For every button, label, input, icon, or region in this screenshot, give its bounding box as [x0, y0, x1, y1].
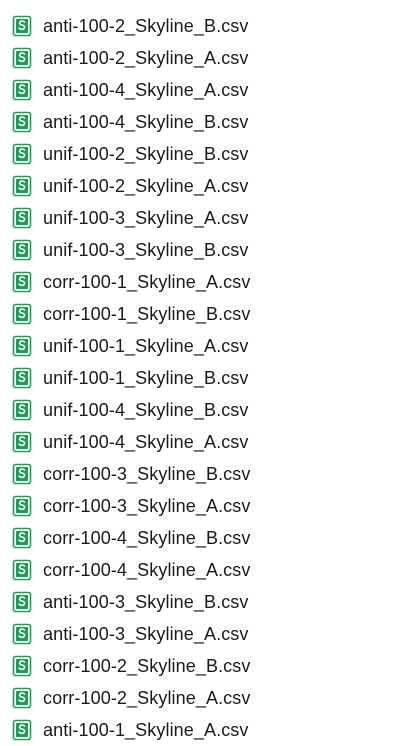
spreadsheet-csv-icon: [12, 623, 32, 645]
file-list-item[interactable]: anti-100-3_Skyline_B.csv: [0, 586, 407, 618]
spreadsheet-csv-icon: [12, 367, 32, 389]
file-name: corr-100-4_Skyline_B.csv: [43, 527, 251, 548]
spreadsheet-csv-icon: [12, 495, 32, 517]
file-list-item[interactable]: unif-100-3_Skyline_A.csv: [0, 202, 407, 234]
file-list-item[interactable]: corr-100-2_Skyline_B.csv: [0, 650, 407, 682]
file-name: corr-100-3_Skyline_B.csv: [43, 463, 251, 484]
spreadsheet-csv-icon: [12, 175, 32, 197]
spreadsheet-csv-icon: [12, 143, 32, 165]
file-name: unif-100-1_Skyline_A.csv: [43, 335, 249, 356]
file-list-item[interactable]: unif-100-4_Skyline_A.csv: [0, 426, 407, 458]
file-list-item[interactable]: unif-100-2_Skyline_A.csv: [0, 170, 407, 202]
file-name: corr-100-1_Skyline_B.csv: [43, 303, 251, 324]
file-list-item[interactable]: anti-100-2_Skyline_A.csv: [0, 42, 407, 74]
file-list-item[interactable]: anti-100-2_Skyline_B.csv: [0, 10, 407, 42]
file-list-item[interactable]: corr-100-3_Skyline_B.csv: [0, 458, 407, 490]
file-name: anti-100-3_Skyline_A.csv: [43, 623, 249, 644]
file-name: anti-100-4_Skyline_A.csv: [43, 79, 249, 100]
spreadsheet-csv-icon: [12, 207, 32, 229]
spreadsheet-csv-icon: [12, 559, 32, 581]
spreadsheet-csv-icon: [12, 655, 32, 677]
file-list-item[interactable]: unif-100-2_Skyline_B.csv: [0, 138, 407, 170]
file-list-item[interactable]: corr-100-4_Skyline_A.csv: [0, 554, 407, 586]
spreadsheet-csv-icon: [12, 239, 32, 261]
file-list-item[interactable]: anti-100-3_Skyline_A.csv: [0, 618, 407, 650]
file-name: anti-100-2_Skyline_B.csv: [43, 15, 249, 36]
file-list-item[interactable]: anti-100-1_Skyline_A.csv: [0, 714, 407, 746]
spreadsheet-csv-icon: [12, 15, 32, 37]
spreadsheet-csv-icon: [12, 303, 32, 325]
file-list-item[interactable]: anti-100-4_Skyline_B.csv: [0, 106, 407, 138]
file-list-item[interactable]: unif-100-3_Skyline_B.csv: [0, 234, 407, 266]
file-name: unif-100-4_Skyline_B.csv: [43, 399, 249, 420]
file-name: corr-100-1_Skyline_A.csv: [43, 271, 251, 292]
file-name: unif-100-3_Skyline_B.csv: [43, 239, 249, 260]
spreadsheet-csv-icon: [12, 719, 32, 741]
file-list-item[interactable]: corr-100-4_Skyline_B.csv: [0, 522, 407, 554]
file-name: unif-100-1_Skyline_B.csv: [43, 367, 249, 388]
file-name: corr-100-2_Skyline_A.csv: [43, 687, 251, 708]
file-name: unif-100-4_Skyline_A.csv: [43, 431, 249, 452]
file-name: anti-100-4_Skyline_B.csv: [43, 111, 249, 132]
spreadsheet-csv-icon: [12, 271, 32, 293]
spreadsheet-csv-icon: [12, 399, 32, 421]
file-list-item[interactable]: anti-100-4_Skyline_A.csv: [0, 74, 407, 106]
spreadsheet-csv-icon: [12, 687, 32, 709]
file-name: anti-100-1_Skyline_A.csv: [43, 719, 249, 740]
file-list-item[interactable]: unif-100-1_Skyline_B.csv: [0, 362, 407, 394]
spreadsheet-csv-icon: [12, 47, 32, 69]
file-list-item[interactable]: corr-100-3_Skyline_A.csv: [0, 490, 407, 522]
file-name: corr-100-4_Skyline_A.csv: [43, 559, 251, 580]
file-name: unif-100-2_Skyline_A.csv: [43, 175, 249, 196]
file-name: corr-100-3_Skyline_A.csv: [43, 495, 251, 516]
file-list-item[interactable]: corr-100-1_Skyline_A.csv: [0, 266, 407, 298]
file-name: corr-100-2_Skyline_B.csv: [43, 655, 251, 676]
spreadsheet-csv-icon: [12, 591, 32, 613]
file-list-item[interactable]: corr-100-2_Skyline_A.csv: [0, 682, 407, 714]
file-list-item[interactable]: corr-100-1_Skyline_B.csv: [0, 298, 407, 330]
spreadsheet-csv-icon: [12, 335, 32, 357]
spreadsheet-csv-icon: [12, 79, 32, 101]
file-list: anti-100-2_Skyline_B.csv anti-100-2_Skyl…: [0, 10, 407, 746]
file-list-item[interactable]: unif-100-4_Skyline_B.csv: [0, 394, 407, 426]
file-name: unif-100-2_Skyline_B.csv: [43, 143, 249, 164]
spreadsheet-csv-icon: [12, 463, 32, 485]
spreadsheet-csv-icon: [12, 111, 32, 133]
file-name: anti-100-3_Skyline_B.csv: [43, 591, 249, 612]
file-name: anti-100-2_Skyline_A.csv: [43, 47, 249, 68]
spreadsheet-csv-icon: [12, 527, 32, 549]
file-list-item[interactable]: unif-100-1_Skyline_A.csv: [0, 330, 407, 362]
spreadsheet-csv-icon: [12, 431, 32, 453]
file-name: unif-100-3_Skyline_A.csv: [43, 207, 249, 228]
